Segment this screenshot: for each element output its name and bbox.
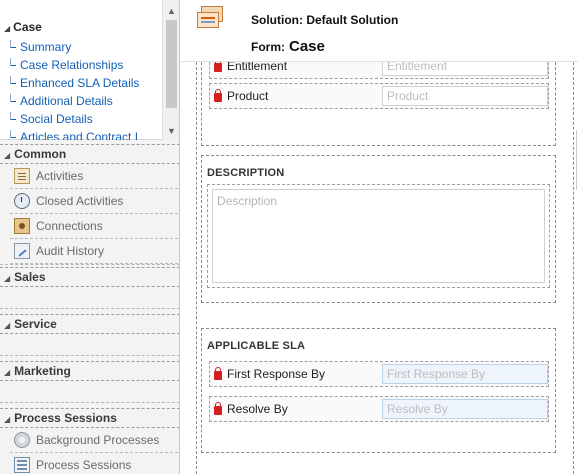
lock-icon (214, 88, 222, 102)
nav-scrollbar[interactable]: ▲ ▼ (162, 0, 179, 140)
activities-icon (14, 168, 30, 184)
nav-item-label: Closed Activities (36, 194, 124, 208)
section-description[interactable]: DESCRIPTION Description (201, 155, 556, 303)
nav-link-additional-details[interactable]: Additional Details (10, 94, 162, 112)
nav-item-label: Process Sessions (36, 458, 132, 472)
case-title-label: Case (13, 20, 42, 34)
group-service: ◢ Service (0, 314, 179, 356)
group-header-process-sessions[interactable]: ◢ Process Sessions (0, 408, 179, 428)
nav-link-social-details[interactable]: Social Details (10, 112, 162, 130)
nav-item-label: Activities (36, 169, 84, 183)
nav-item-closed-activities[interactable]: Closed Activities (10, 189, 178, 214)
section-title-description: DESCRIPTION (207, 167, 285, 179)
nav-link-enhanced-sla-details[interactable]: Enhanced SLA Details (10, 76, 162, 94)
field-label-resolve-by: Resolve By (214, 401, 288, 416)
group-header-sales[interactable]: ◢ Sales (0, 267, 179, 287)
form-header: Solution: Default Solution Form: Case (181, 0, 578, 62)
nav-item-background-processes[interactable]: Background Processes (10, 428, 178, 453)
collapse-arrow-icon[interactable]: ◢ (4, 151, 10, 160)
resolve-by-field[interactable]: Resolve By (382, 399, 548, 419)
collapse-arrow-icon[interactable]: ◢ (4, 415, 10, 424)
group-title: Marketing (14, 364, 71, 378)
collapse-arrow-icon[interactable]: ◢ (4, 368, 10, 377)
entitlement-field[interactable]: Entitlement (382, 62, 548, 76)
nav-item-label: Audit History (36, 244, 105, 258)
left-navigation: ◢ Case Summary Case Relationships Enhance… (0, 0, 180, 474)
group-title: Sales (14, 270, 46, 284)
lock-icon (214, 62, 222, 72)
field-label-text: Product (227, 89, 269, 103)
background-processes-icon (14, 432, 30, 448)
section-case-details[interactable]: Entitlement Entitlement Product Product (201, 62, 556, 146)
group-body-process-sessions: Background Processes Process Sessions (0, 428, 179, 474)
nav-item-audit-history[interactable]: Audit History (10, 239, 178, 264)
nav-link-articles-and-contract[interactable]: Articles and Contract I (10, 130, 162, 140)
group-body-service (0, 334, 179, 356)
field-label-text: Entitlement (227, 62, 288, 73)
collapse-arrow-icon[interactable]: ◢ (4, 24, 10, 33)
form-canvas: Entitlement Entitlement Product Product … (181, 62, 578, 474)
group-process-sessions: ◢ Process Sessions Background Processes P… (0, 408, 179, 474)
group-body-sales (0, 287, 179, 309)
form-title: Form: Case (251, 38, 325, 55)
group-title: Common (14, 147, 67, 161)
field-row-first-response-by[interactable]: First Response By First Response By (209, 361, 549, 387)
section-title-applicable-sla: APPLICABLE SLA (207, 340, 306, 352)
description-field-row[interactable]: Description (207, 184, 550, 288)
case-section: ◢ Case Summary Case Relationships Enhance… (0, 0, 179, 140)
nav-item-label: Connections (36, 219, 103, 233)
product-field[interactable]: Product (382, 86, 548, 106)
case-header[interactable]: ◢ Case (4, 20, 42, 34)
collapse-arrow-icon[interactable]: ◢ (4, 321, 10, 330)
closed-activities-icon (14, 193, 30, 209)
scroll-up-icon[interactable]: ▲ (167, 6, 176, 16)
collapse-arrow-icon[interactable]: ◢ (4, 274, 10, 283)
field-label-first-response-by: First Response By (214, 366, 326, 381)
nav-link-case-relationships[interactable]: Case Relationships (10, 58, 162, 76)
solution-label: Solution: Default Solution (251, 13, 399, 27)
description-textarea[interactable]: Description (212, 189, 545, 283)
lock-icon (214, 401, 222, 415)
group-header-service[interactable]: ◢ Service (0, 314, 179, 334)
case-links-list: Summary Case Relationships Enhanced SLA … (10, 40, 162, 140)
nav-item-label: Background Processes (36, 433, 160, 447)
scroll-down-icon[interactable]: ▼ (167, 126, 176, 136)
scroll-thumb[interactable] (166, 20, 177, 108)
group-common: ◢ Common Activities Closed Activities Con… (0, 144, 179, 265)
group-body-marketing (0, 381, 179, 403)
field-label-entitlement: Entitlement (214, 62, 287, 73)
nav-item-connections[interactable]: Connections (10, 214, 178, 239)
group-header-marketing[interactable]: ◢ Marketing (0, 361, 179, 381)
field-label-text: First Response By (227, 367, 326, 381)
nav-link-summary[interactable]: Summary (10, 40, 162, 58)
section-applicable-sla[interactable]: APPLICABLE SLA First Response By First R… (201, 328, 556, 453)
field-label-text: Resolve By (227, 402, 288, 416)
group-body-common: Activities Closed Activities Connections… (0, 164, 179, 265)
form-editor-icon (197, 6, 225, 30)
group-title: Process Sessions (14, 411, 117, 425)
group-marketing: ◢ Marketing (0, 361, 179, 403)
group-header-common[interactable]: ◢ Common (0, 144, 179, 164)
form-name: Case (289, 38, 325, 55)
connections-icon (14, 218, 30, 234)
first-response-by-field[interactable]: First Response By (382, 364, 548, 384)
form-tab[interactable]: Entitlement Entitlement Product Product … (196, 62, 574, 474)
form-prefix: Form: (251, 40, 285, 54)
field-row-product[interactable]: Product Product (209, 83, 549, 109)
field-row-resolve-by[interactable]: Resolve By Resolve By (209, 396, 549, 422)
nav-item-process-sessions[interactable]: Process Sessions (10, 453, 178, 474)
right-divider (576, 130, 577, 190)
group-title: Service (14, 317, 57, 331)
field-row-entitlement[interactable]: Entitlement Entitlement (209, 62, 549, 79)
audit-history-icon (14, 243, 30, 259)
lock-icon (214, 366, 222, 380)
process-sessions-icon (14, 457, 30, 473)
nav-item-activities[interactable]: Activities (10, 164, 178, 189)
field-label-product: Product (214, 88, 269, 103)
group-sales: ◢ Sales (0, 267, 179, 309)
